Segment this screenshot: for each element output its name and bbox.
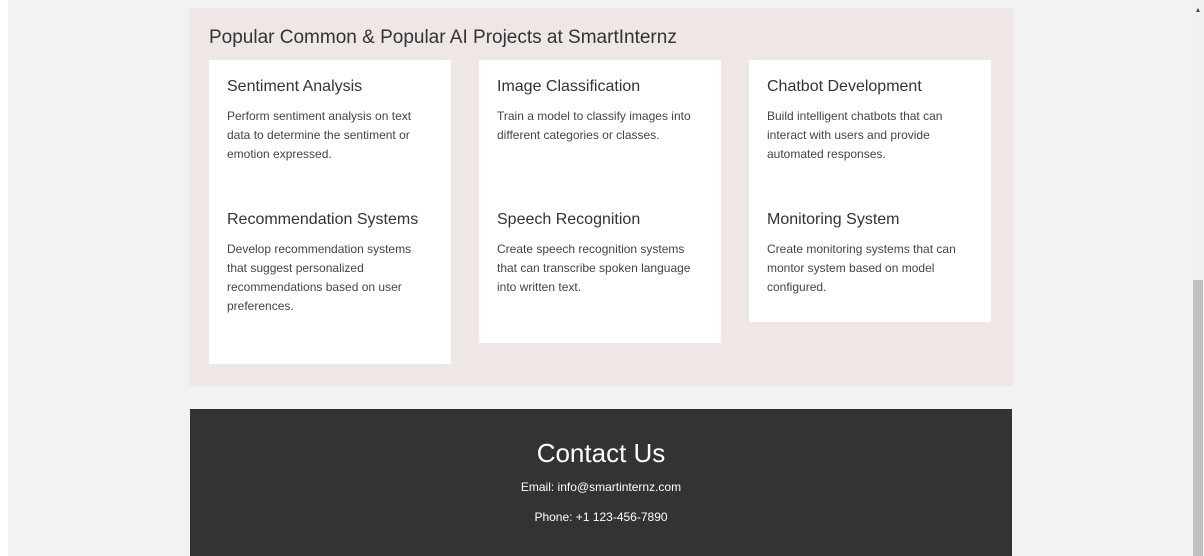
project-card-title: Sentiment Analysis (227, 78, 363, 95)
project-card-recommendation-systems: Recommendation Systems Develop recommend… (209, 193, 451, 364)
project-card-title: Monitoring System (767, 211, 900, 228)
project-card-title: Recommendation Systems (227, 211, 419, 228)
project-card-speech-recognition: Speech Recognition Create speech recogni… (479, 193, 721, 343)
page-viewport: Popular Common & Popular AI Projects at … (0, 0, 1204, 556)
project-card-description: Build intelligent chatbots that can inte… (767, 109, 943, 161)
project-card-image-classification: Image Classification Train a model to cl… (479, 60, 721, 193)
contact-section: Contact Us Email: info@smartinternz.com … (190, 409, 1012, 556)
project-card-monitoring-system: Monitoring System Create monitoring syst… (749, 193, 991, 322)
project-card-description: Train a model to classify images into di… (497, 109, 691, 142)
left-edge (0, 0, 8, 556)
project-card-description: Create monitoring systems that can monto… (767, 242, 956, 294)
projects-section-title: Popular Common & Popular AI Projects at … (209, 27, 677, 48)
project-card-title: Chatbot Development (767, 78, 922, 95)
project-card-description: Create speech recognition systems that c… (497, 242, 691, 294)
project-card-sentiment-analysis: Sentiment Analysis Perform sentiment ana… (209, 60, 451, 193)
project-card-title: Image Classification (497, 78, 641, 95)
project-card-description: Develop recommendation systems that sugg… (227, 242, 412, 313)
project-card-chatbot-development: Chatbot Development Build intelligent ch… (749, 60, 991, 193)
vertical-scrollbar[interactable]: ▲ (1192, 0, 1204, 556)
scroll-up-arrow-icon[interactable]: ▲ (1192, 6, 1204, 16)
scrollbar-thumb[interactable] (1193, 280, 1203, 556)
contact-email: Email: info@smartinternz.com (520, 480, 682, 494)
project-card-description: Perform sentiment analysis on text data … (227, 109, 412, 161)
project-card-title: Speech Recognition (497, 211, 641, 228)
projects-section: Popular Common & Popular AI Projects at … (190, 8, 1012, 384)
contact-title: Contact Us (536, 438, 666, 468)
contact-phone: Phone: +1 123-456-7890 (534, 510, 668, 524)
